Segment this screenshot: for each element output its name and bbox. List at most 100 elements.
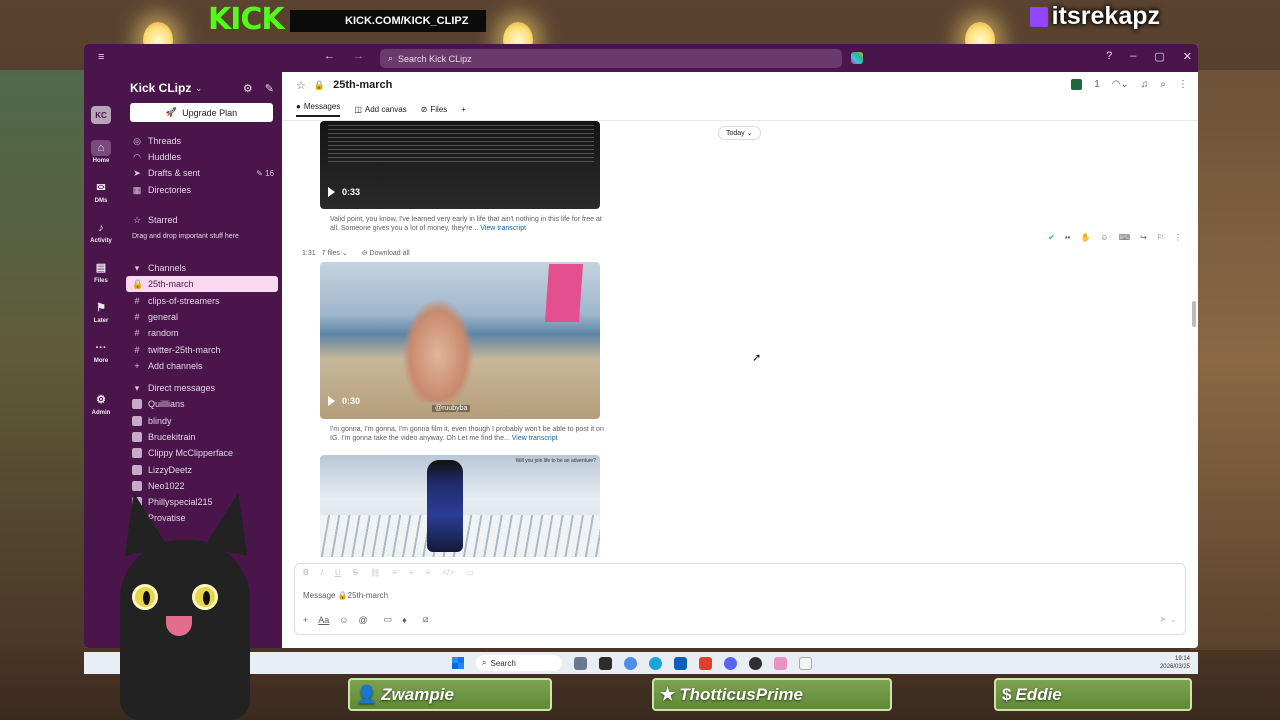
checkmark-icon[interactable]: ✔ (1048, 233, 1055, 242)
italic-icon[interactable]: I (321, 568, 323, 577)
kebab-menu-icon[interactable]: ⋮ (1178, 79, 1188, 90)
formatting-icon[interactable]: Aa (318, 615, 329, 625)
discord-icon[interactable] (724, 656, 737, 670)
microphone-icon[interactable]: ♦ (402, 615, 407, 625)
add-tab-button[interactable]: + (461, 102, 466, 117)
member-count[interactable]: 1 (1094, 79, 1100, 90)
bookmark-icon[interactable]: ⚐ (1157, 233, 1164, 242)
store-icon[interactable] (674, 656, 687, 670)
ordered-list-icon[interactable]: ≡ (392, 568, 397, 577)
scrollbar[interactable] (1192, 301, 1196, 327)
windows-start-icon[interactable] (452, 657, 464, 669)
video-attachment[interactable]: @ruubyba 0:30 (320, 262, 600, 419)
message-time[interactable]: 1:31 (302, 250, 316, 257)
workspace-name[interactable]: Kick CLipz (130, 81, 191, 95)
help-icon[interactable]: ? (1106, 50, 1112, 63)
notifications-icon[interactable]: ♫ (1141, 79, 1149, 90)
rail-more[interactable]: ··· More (84, 340, 118, 364)
video-icon[interactable]: ▭ (384, 614, 393, 625)
files-count[interactable]: 7 files ⌄ (322, 249, 348, 257)
underline-icon[interactable]: U (335, 568, 341, 577)
code-block-icon[interactable]: ▭ (466, 568, 474, 577)
eyes-icon[interactable]: •• (1065, 233, 1071, 242)
shortcuts-icon[interactable]: ⧄ (423, 614, 429, 625)
workspace-avatar[interactable]: KC (91, 106, 111, 124)
search-icon[interactable]: ⌕ (1160, 79, 1166, 90)
send-button[interactable]: ➤ ⌄ (1159, 614, 1177, 625)
rail-home[interactable]: ⌂ Home (84, 140, 118, 164)
dm-item[interactable]: Quilllians (126, 396, 278, 412)
channel-general[interactable]: # general (126, 309, 278, 325)
member-avatar[interactable] (1071, 79, 1083, 90)
taskbar-search[interactable]: ⌕ Search (476, 655, 562, 671)
obs-icon[interactable] (749, 656, 762, 670)
tab-add-canvas[interactable]: ◫ Add canvas (354, 102, 406, 117)
forward-arrow-icon[interactable]: → (353, 50, 364, 63)
sidebar-item-drafts[interactable]: ➤ Drafts & sent ✎ 16 (126, 165, 278, 181)
channel-random[interactable]: # random (126, 325, 278, 341)
chrome-icon[interactable] (624, 656, 637, 670)
star-icon[interactable]: ☆ (296, 79, 306, 92)
workspace-color-icon[interactable] (851, 52, 863, 64)
download-all-button[interactable]: ⊖ Download all (362, 249, 410, 257)
channel-twitter-25th-march[interactable]: # twitter-25th-march (126, 342, 278, 358)
taskview-icon[interactable] (574, 656, 587, 670)
file-icon[interactable] (799, 656, 812, 670)
view-transcript-link[interactable]: View transcript (480, 225, 526, 232)
search-bar[interactable]: ⌕ Search Kick CLipz (380, 49, 842, 68)
starred-section[interactable]: ☆ Starred (126, 212, 278, 228)
link-icon[interactable]: ⛓ (370, 568, 380, 577)
dm-item[interactable]: LizzyDeetz (126, 462, 278, 478)
plus-icon[interactable]: + (303, 615, 308, 625)
video-attachment[interactable]: Will you join life to be an adventure? (320, 455, 600, 557)
rail-files[interactable]: ▤ Files (84, 260, 118, 284)
play-button[interactable]: 0:30 (328, 396, 360, 406)
edge-icon[interactable] (649, 656, 662, 670)
code-icon[interactable]: </> (442, 568, 454, 577)
slack-icon[interactable] (774, 656, 787, 670)
terminal-icon[interactable] (599, 656, 612, 670)
dm-section[interactable]: ▾ Direct messages (126, 380, 278, 396)
add-reaction-icon[interactable]: ☺ (1100, 233, 1108, 242)
dm-item[interactable]: Clippy McClipperface (126, 445, 278, 461)
quote-icon[interactable]: ≡ (426, 568, 431, 577)
channel-25th-march[interactable]: 🔒 25th-march (126, 276, 278, 292)
channel-title[interactable]: 25th-march (333, 79, 392, 91)
taskbar-clock[interactable]: 19:14 2026/03/25 (1160, 655, 1190, 671)
sidebar-item-directories[interactable]: ▦ Directories (126, 182, 278, 198)
strikethrough-icon[interactable]: S (353, 568, 358, 577)
rail-dms[interactable]: ✉ DMs (84, 180, 118, 204)
view-transcript-link[interactable]: View transcript (512, 435, 558, 442)
tab-messages[interactable]: ● Messages (296, 102, 341, 117)
sidebar-item-threads[interactable]: ◎ Threads (126, 133, 278, 149)
rail-activity[interactable]: ♪ Activity (84, 220, 118, 244)
rail-admin[interactable]: ⚙ Admin (84, 392, 118, 416)
compose-icon[interactable]: ✎ (265, 82, 274, 95)
add-channels-button[interactable]: + Add channels (126, 358, 278, 374)
dm-item[interactable]: blindy (126, 413, 278, 429)
emoji-icon[interactable]: ☺ (339, 615, 348, 625)
upgrade-plan-button[interactable]: 🚀 Upgrade Plan (130, 103, 273, 122)
tab-files[interactable]: ⊘ Files (421, 102, 448, 117)
reply-icon[interactable]: ⌨ (1119, 233, 1131, 242)
video-attachment[interactable]: 0:33 (320, 121, 600, 209)
minimize-icon[interactable]: – (1130, 50, 1136, 63)
channel-clips-of-streamers[interactable]: # clips-of-streamers (126, 293, 278, 309)
kebab-menu-icon[interactable]: ⋮ (1174, 233, 1182, 242)
hamburger-icon[interactable]: ≡ (98, 51, 104, 63)
message-input[interactable]: Message 🔒25th-march (303, 591, 388, 600)
sidebar-item-huddles[interactable]: ◠ Huddles (126, 149, 278, 165)
maximize-icon[interactable]: ▢ (1154, 50, 1164, 63)
chevron-down-icon[interactable]: ⌄ (195, 84, 202, 93)
mention-icon[interactable]: @ (358, 615, 367, 625)
play-button[interactable]: 0:33 (328, 187, 360, 197)
rail-later[interactable]: ⚑ Later (84, 300, 118, 324)
bold-icon[interactable]: B (303, 568, 309, 577)
dm-item[interactable]: Brucekitrain (126, 429, 278, 445)
brave-icon[interactable] (699, 656, 712, 670)
bulleted-list-icon[interactable]: ≡ (409, 568, 414, 577)
channels-section[interactable]: ▾ Channels (126, 260, 278, 276)
settings-icon[interactable]: ⚙ (243, 82, 253, 95)
huddle-icon[interactable]: ◠⌄ (1112, 79, 1129, 90)
close-icon[interactable]: ✕ (1183, 50, 1192, 63)
